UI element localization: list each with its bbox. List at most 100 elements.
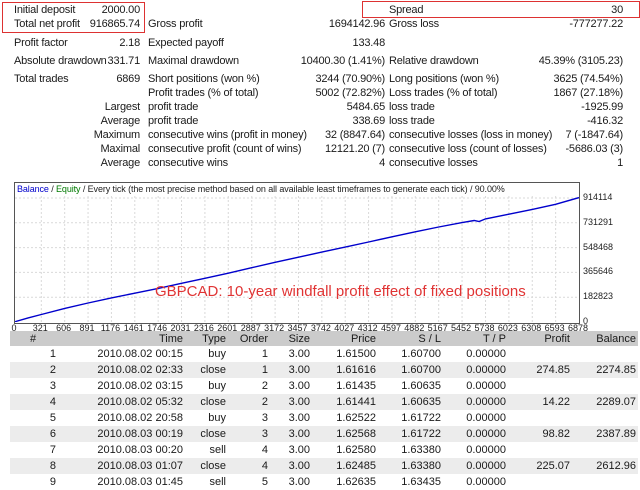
stat-value-b: 1694142.96 <box>328 18 385 30</box>
stat-value-b: 32 (8847.64) <box>325 129 385 141</box>
stat-value-a: 2000.00 <box>101 4 141 16</box>
stat-value-c: 30 <box>611 4 623 16</box>
stats-row: Total trades 6869 Short positions (won %) 3… <box>0 72 640 86</box>
table-cell: 1 <box>261 348 268 360</box>
backtest-report: { "stats": { "rows": [ {"al":"Initial de… <box>0 0 640 488</box>
table-cell: 3.00 <box>288 348 310 360</box>
column-header: Price <box>312 331 378 346</box>
table-cell: 1 <box>49 348 56 360</box>
table-cell <box>572 410 638 426</box>
table-cell <box>572 442 638 458</box>
table-row: 7 2010.08.03 00:20 sell 4 3.00 1.62580 1.63380… <box>10 442 638 458</box>
y-tick-label: 914114 <box>583 192 613 202</box>
stats-row: Initial deposit 2000.00 Spread 30 <box>0 3 640 17</box>
stat-value-a: 916865.74 <box>89 18 140 30</box>
stat-label-b: consecutive wins <box>148 157 228 169</box>
stat-label-b: profit trade <box>148 101 199 113</box>
table-cell: 2274.85 <box>596 364 636 376</box>
table-cell: 6 <box>49 428 56 440</box>
column-header: S / L <box>378 331 443 346</box>
table-row: 9 2010.08.03 01:45 sell 5 3.00 1.62635 1.63435… <box>10 474 638 490</box>
table-cell: 3.00 <box>288 444 310 456</box>
stat-label-b: Expected payoff <box>148 37 224 49</box>
table-cell: 2010.08.03 00:19 <box>97 428 183 440</box>
table-cell: 1.61435 <box>336 380 376 392</box>
table-cell: 0.00000 <box>466 396 506 408</box>
table-cell: 3 <box>261 428 268 440</box>
table-cell: 0.00000 <box>466 428 506 440</box>
table-row: 1 2010.08.02 00:15 buy 1 3.00 1.61500 1.60700 0… <box>10 346 638 362</box>
stats-row: Average profit trade 338.69 loss trade -416.… <box>0 114 640 128</box>
column-header: Profit <box>508 331 572 346</box>
table-cell: 0.00000 <box>466 412 506 424</box>
stat-value-a: Average <box>100 157 141 169</box>
table-cell: 2010.08.02 02:33 <box>97 364 183 376</box>
table-cell <box>572 346 638 362</box>
stat-label-b: Maximal drawdown <box>148 55 239 67</box>
table-cell: 8 <box>49 460 56 472</box>
table-row: 8 2010.08.03 01:07 close 4 3.00 1.62485 1.6338… <box>10 458 638 474</box>
table-cell: sell <box>209 476 226 488</box>
balance-line <box>15 196 579 322</box>
table-cell <box>508 378 572 394</box>
table-cell: 2612.96 <box>596 460 636 472</box>
table-cell <box>572 378 638 394</box>
table-cell: 1.62522 <box>336 412 376 424</box>
legend-balance: Balance <box>17 184 49 194</box>
column-header: Size <box>270 331 312 346</box>
table-cell: 98.82 <box>542 428 570 440</box>
y-tick-label: 731291 <box>583 216 614 227</box>
table-cell: 4 <box>261 444 268 456</box>
stat-value-c: 3625 (74.54%) <box>553 73 623 85</box>
table-cell: 3.00 <box>288 460 310 472</box>
stat-label-a: Total net profit <box>14 18 80 30</box>
table-cell: 1.61722 <box>401 412 441 424</box>
trades-table-header: # Time Type Order Size Price S / LT / P Profit B… <box>10 331 638 346</box>
stat-value-c: -5686.03 (3) <box>565 143 623 155</box>
stat-value-c: -777277.22 <box>569 18 623 30</box>
table-cell: 0.00000 <box>466 476 506 488</box>
column-header: Time <box>58 331 185 346</box>
table-cell: 9 <box>49 476 56 488</box>
y-tick-label: 0 <box>583 316 589 326</box>
table-cell <box>508 474 572 490</box>
stats-row: Total net profit 916865.74 Gross profit 169… <box>0 17 640 31</box>
stats-row: Profit trades (% of total) 5002 (72.82%) L… <box>0 86 640 100</box>
table-cell: sell <box>209 444 226 456</box>
header-row: # Time Type Order Size Price S / LT / P Profit B… <box>10 331 638 346</box>
table-row: 3 2010.08.02 03:15 buy 2 3.00 1.61435 1.60635 0… <box>10 378 638 394</box>
table-cell: 5 <box>49 412 56 424</box>
balance-chart: Balance / Equity / Every tick (the most … <box>14 182 580 324</box>
stat-label-b: Short positions (won %) <box>148 73 260 85</box>
stat-label-b: consecutive profit (count of wins) <box>148 143 302 155</box>
table-cell: 1.62635 <box>336 476 376 488</box>
stat-value-c: 45.39% (3105.23) <box>538 55 623 67</box>
stat-value-a: 2.18 <box>119 37 140 49</box>
legend-equity: Equity <box>56 184 81 194</box>
trades-table: # Time Type Order Size Price S / LT / P Profit B… <box>10 331 638 490</box>
table-cell: 4 <box>49 396 56 408</box>
column-header: Balance <box>572 331 638 346</box>
table-row: 5 2010.08.02 20:58 buy 3 3.00 1.62522 1.61722 0… <box>10 410 638 426</box>
table-row: 4 2010.08.02 05:32 close 2 3.00 1.61441 1.6063… <box>10 394 638 410</box>
table-cell: 14.22 <box>542 396 570 408</box>
table-cell: 1.61500 <box>336 348 376 360</box>
table-cell: 1 <box>261 364 268 376</box>
chart-legend: Balance / Equity / Every tick (the most … <box>17 183 505 195</box>
table-cell: buy <box>208 380 226 392</box>
table-cell: close <box>200 460 226 472</box>
table-cell: 1.62485 <box>336 460 376 472</box>
table-cell <box>508 442 572 458</box>
table-cell: 0.00000 <box>466 380 506 392</box>
table-cell: 1.63380 <box>401 444 441 456</box>
table-cell: buy <box>208 348 226 360</box>
stat-value-b: 3244 (70.90%) <box>315 73 385 85</box>
table-cell: 3.00 <box>288 476 310 488</box>
stat-label-c: consecutive losses (loss in money) <box>389 129 553 141</box>
legend-separator: / <box>80 184 88 194</box>
stat-value-b: 10400.30 (1.41%) <box>300 55 385 67</box>
table-cell: close <box>200 396 226 408</box>
chart-annotation: GBPCAD: 10-year windfall profit effect o… <box>155 283 526 300</box>
stat-label-b: consecutive wins (profit in money) <box>148 129 307 141</box>
table-cell: 2010.08.02 03:15 <box>97 380 183 392</box>
